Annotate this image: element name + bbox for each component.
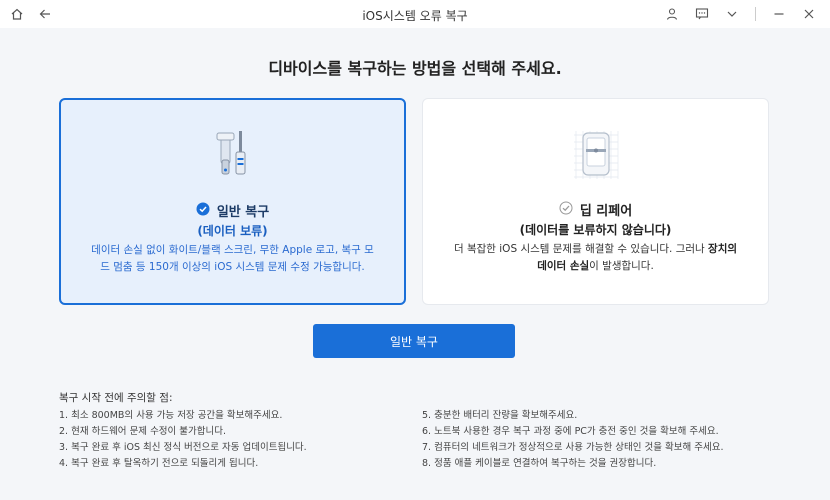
notes-title: 복구 시작 전에 주의할 점: xyxy=(59,392,173,404)
phone-icon xyxy=(566,129,626,181)
notes-list-right: 5. 충분한 배터리 잔량을 확보해주세요. 6. 노트북 사용한 경우 복구 … xyxy=(422,408,792,472)
close-icon[interactable] xyxy=(800,5,818,23)
note-item: 7. 컴퓨터의 네트워크가 정상적으로 사용 가능한 상태인 것을 확보해 주세… xyxy=(422,442,724,453)
note-item: 2. 현재 하드웨어 문제 수정이 불가합니다. xyxy=(59,426,227,437)
standard-repair-title: 일반 복구 xyxy=(216,205,270,220)
notes-list-left: 1. 최소 800MB의 사용 가능 저장 공간을 확보해주세요. 2. 현재 … xyxy=(59,408,404,472)
deep-repair-title-row: 딥 리페어 xyxy=(423,200,768,219)
standard-repair-desc-line-2: 드 멈춤 등 150개 이상의 iOS 시스템 문제 수정 가능합니다. xyxy=(100,261,365,273)
deep-repair-description: 더 복잡한 iOS 시스템 문제를 해결할 수 있습니다. 그러나 장치의 데이… xyxy=(441,241,750,275)
note-item: 6. 노트북 사용한 경우 복구 과정 중에 PC가 충전 중인 것을 확보해 … xyxy=(422,426,719,437)
back-arrow-icon[interactable] xyxy=(36,5,54,23)
user-icon[interactable] xyxy=(663,5,681,23)
standard-repair-desc-line-1: 데이터 손실 없이 화이트/블랙 스크린, 무한 Apple 로고, 복구 모 xyxy=(91,244,374,256)
check-circle-outline-icon xyxy=(559,200,573,219)
tools-icon xyxy=(203,130,263,182)
feedback-icon[interactable] xyxy=(693,5,711,23)
page-heading: 디바이스를 복구하는 방법을 선택해 주세요. xyxy=(268,59,562,78)
deep-repair-card[interactable]: 딥 리페어 (데이터를 보류하지 않습니다) 더 복잡한 iOS 시스템 문제를… xyxy=(422,98,769,305)
standard-repair-subtitle: (데이터 보류) xyxy=(197,224,268,238)
note-item: 4. 복구 완료 후 탈옥하기 전으로 되돌리게 됩니다. xyxy=(59,458,259,469)
note-item: 8. 정품 애플 케이블로 연결하여 복구하는 것을 권장합니다. xyxy=(422,458,657,469)
note-item: 1. 최소 800MB의 사용 가능 저장 공간을 확보해주세요. xyxy=(59,410,283,421)
main-content: 디바이스를 복구하는 방법을 선택해 주세요. 일반 복구 (데이터 보류) 데… xyxy=(0,28,830,500)
title-bar-right xyxy=(663,5,818,23)
deep-repair-title: 딥 리페어 xyxy=(579,204,633,219)
deep-repair-desc-part-a: 더 복잡한 iOS 시스템 문제를 해결할 수 있습니다. 그러나 xyxy=(453,243,709,255)
standard-repair-title-row: 일반 복구 xyxy=(61,201,404,220)
title-bar-left xyxy=(8,5,54,23)
deep-repair-subtitle: (데이터를 보류하지 않습니다) xyxy=(519,223,672,237)
standard-repair-description: 데이터 손실 없이 화이트/블랙 스크린, 무한 Apple 로고, 복구 모 … xyxy=(79,242,386,276)
note-item: 3. 복구 완료 후 iOS 최신 정식 버전으로 자동 업데이트됩니다. xyxy=(59,442,307,453)
deep-repair-desc-part-d: 이 발생합니다. xyxy=(589,260,654,272)
deep-repair-desc-bold-2: 데이터 손실 xyxy=(537,260,590,272)
title-bar-divider xyxy=(755,7,756,21)
home-icon[interactable] xyxy=(8,5,26,23)
minimize-icon[interactable] xyxy=(770,5,788,23)
title-bar: iOS시스템 오류 복구 xyxy=(0,0,830,28)
deep-repair-desc-bold-1: 장치의 xyxy=(708,243,738,255)
check-circle-icon xyxy=(196,201,210,220)
standard-repair-button[interactable]: 일반 복구 xyxy=(313,324,515,358)
note-item: 5. 충분한 배터리 잔량을 확보해주세요. xyxy=(422,410,578,421)
chevron-down-icon[interactable] xyxy=(723,5,741,23)
standard-repair-card[interactable]: 일반 복구 (데이터 보류) 데이터 손실 없이 화이트/블랙 스크린, 무한 … xyxy=(59,98,406,305)
